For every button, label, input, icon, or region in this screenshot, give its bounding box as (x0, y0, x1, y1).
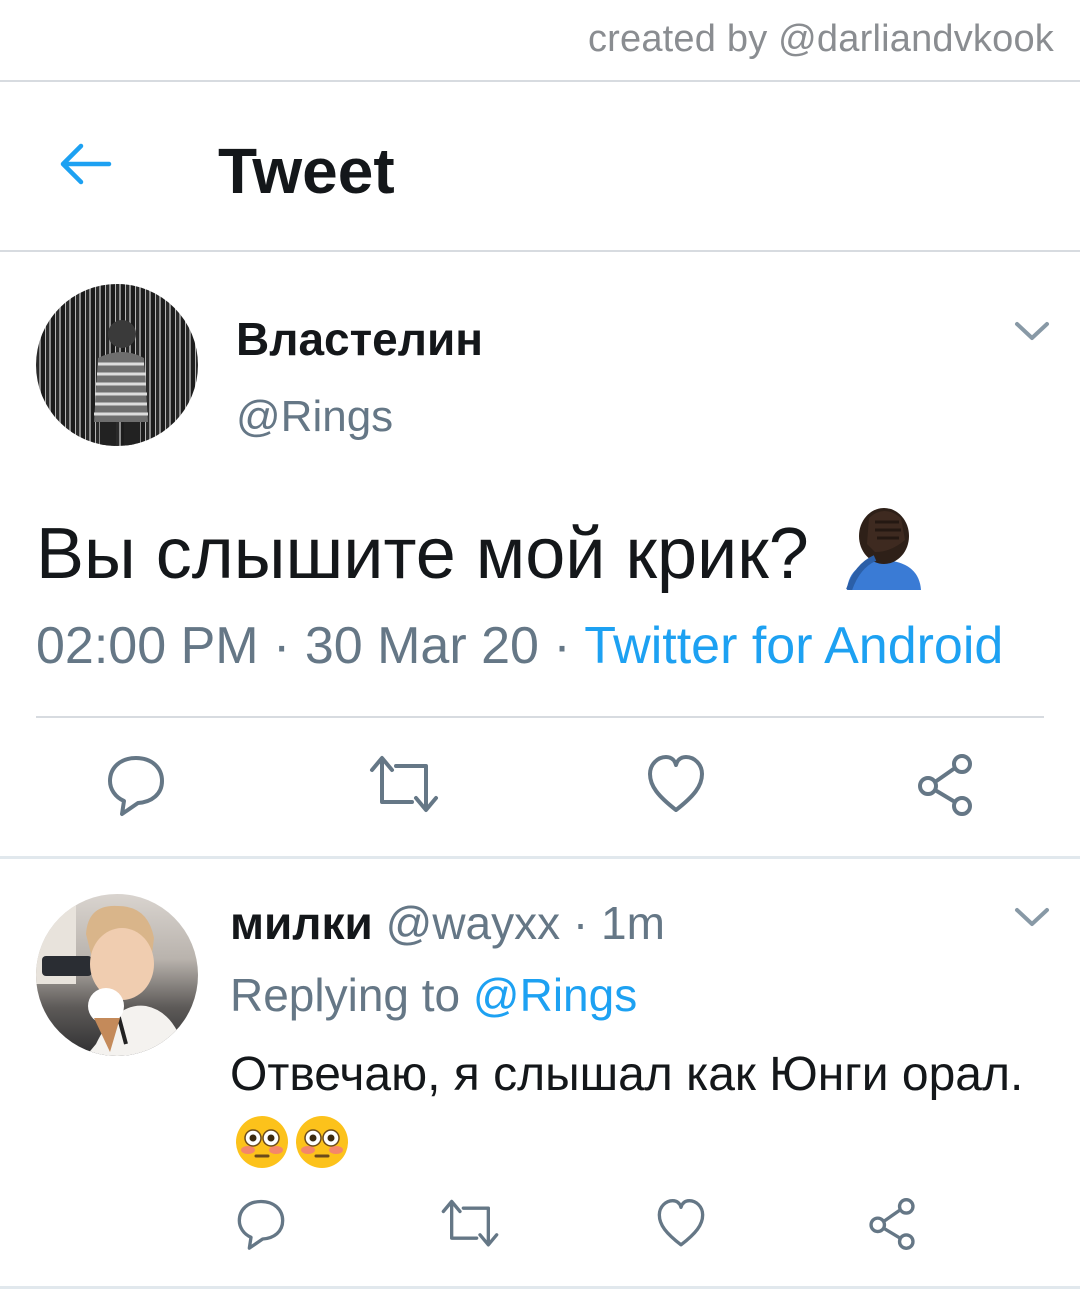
flushed-emoji (296, 1116, 348, 1168)
like-icon[interactable] (646, 752, 706, 818)
tweet-meta: 02:00 PM · 30 Mar 20 · Twitter for Andro… (36, 616, 1003, 676)
chevron-down-icon[interactable] (1012, 316, 1052, 346)
author-name[interactable]: Властелин (236, 312, 483, 366)
reply-actions (0, 1196, 1080, 1276)
share-icon[interactable] (866, 1196, 918, 1252)
reply-header: милки @wayxx · 1m (230, 896, 665, 950)
bottom-divider (0, 1286, 1080, 1289)
chevron-down-icon[interactable] (1012, 902, 1052, 932)
facepalm-emoji (845, 508, 921, 590)
like-icon[interactable] (656, 1196, 706, 1252)
tweet-actions (0, 752, 1080, 832)
replying-label: Replying to (230, 969, 461, 1021)
reply-text-content: Отвечаю, я слышал как Юнги орал. (230, 1048, 1024, 1101)
reply-text: Отвечаю, я слышал как Юнги орал. (230, 1040, 1030, 1180)
avatar-figure (94, 320, 148, 446)
tweet-text-content: Вы слышите мой крик? (36, 514, 809, 594)
reply-icon[interactable] (106, 752, 166, 818)
watermark-credit: created by @darliandvkook (587, 18, 1054, 60)
reply-author-handle[interactable]: @wayxx (386, 897, 561, 949)
replying-mention-link[interactable]: @Rings (473, 969, 637, 1021)
flushed-emoji (236, 1116, 288, 1168)
replying-to: Replying to @Rings (230, 968, 637, 1022)
reply-avatar-figure (36, 894, 186, 1056)
author-handle[interactable]: @Rings (236, 392, 393, 442)
header-divider (0, 250, 1080, 252)
page-title: Tweet (218, 135, 395, 207)
meta-separator: · (553, 617, 571, 675)
section-divider (0, 856, 1080, 859)
back-button[interactable] (56, 134, 116, 194)
share-icon[interactable] (914, 752, 976, 818)
tweet-time: 02:00 PM (36, 617, 259, 675)
reply-icon[interactable] (236, 1196, 286, 1252)
retweet-icon[interactable] (440, 1196, 500, 1252)
reply-author-name[interactable]: милки (230, 897, 373, 949)
reply-avatar[interactable] (36, 894, 198, 1056)
back-arrow-icon (60, 143, 112, 185)
tweet-date: 30 Mar 20 (304, 617, 539, 675)
app-header: Tweet (0, 82, 1080, 250)
retweet-icon[interactable] (368, 752, 440, 818)
tweet-divider (36, 716, 1044, 718)
reply-age: 1m (601, 897, 665, 949)
avatar[interactable] (36, 284, 198, 446)
meta-separator: · (572, 897, 589, 949)
tweet-source-link[interactable]: Twitter for Android (584, 617, 1003, 675)
tweet-text: Вы слышите мой крик? (36, 500, 929, 595)
meta-separator: · (273, 617, 291, 675)
